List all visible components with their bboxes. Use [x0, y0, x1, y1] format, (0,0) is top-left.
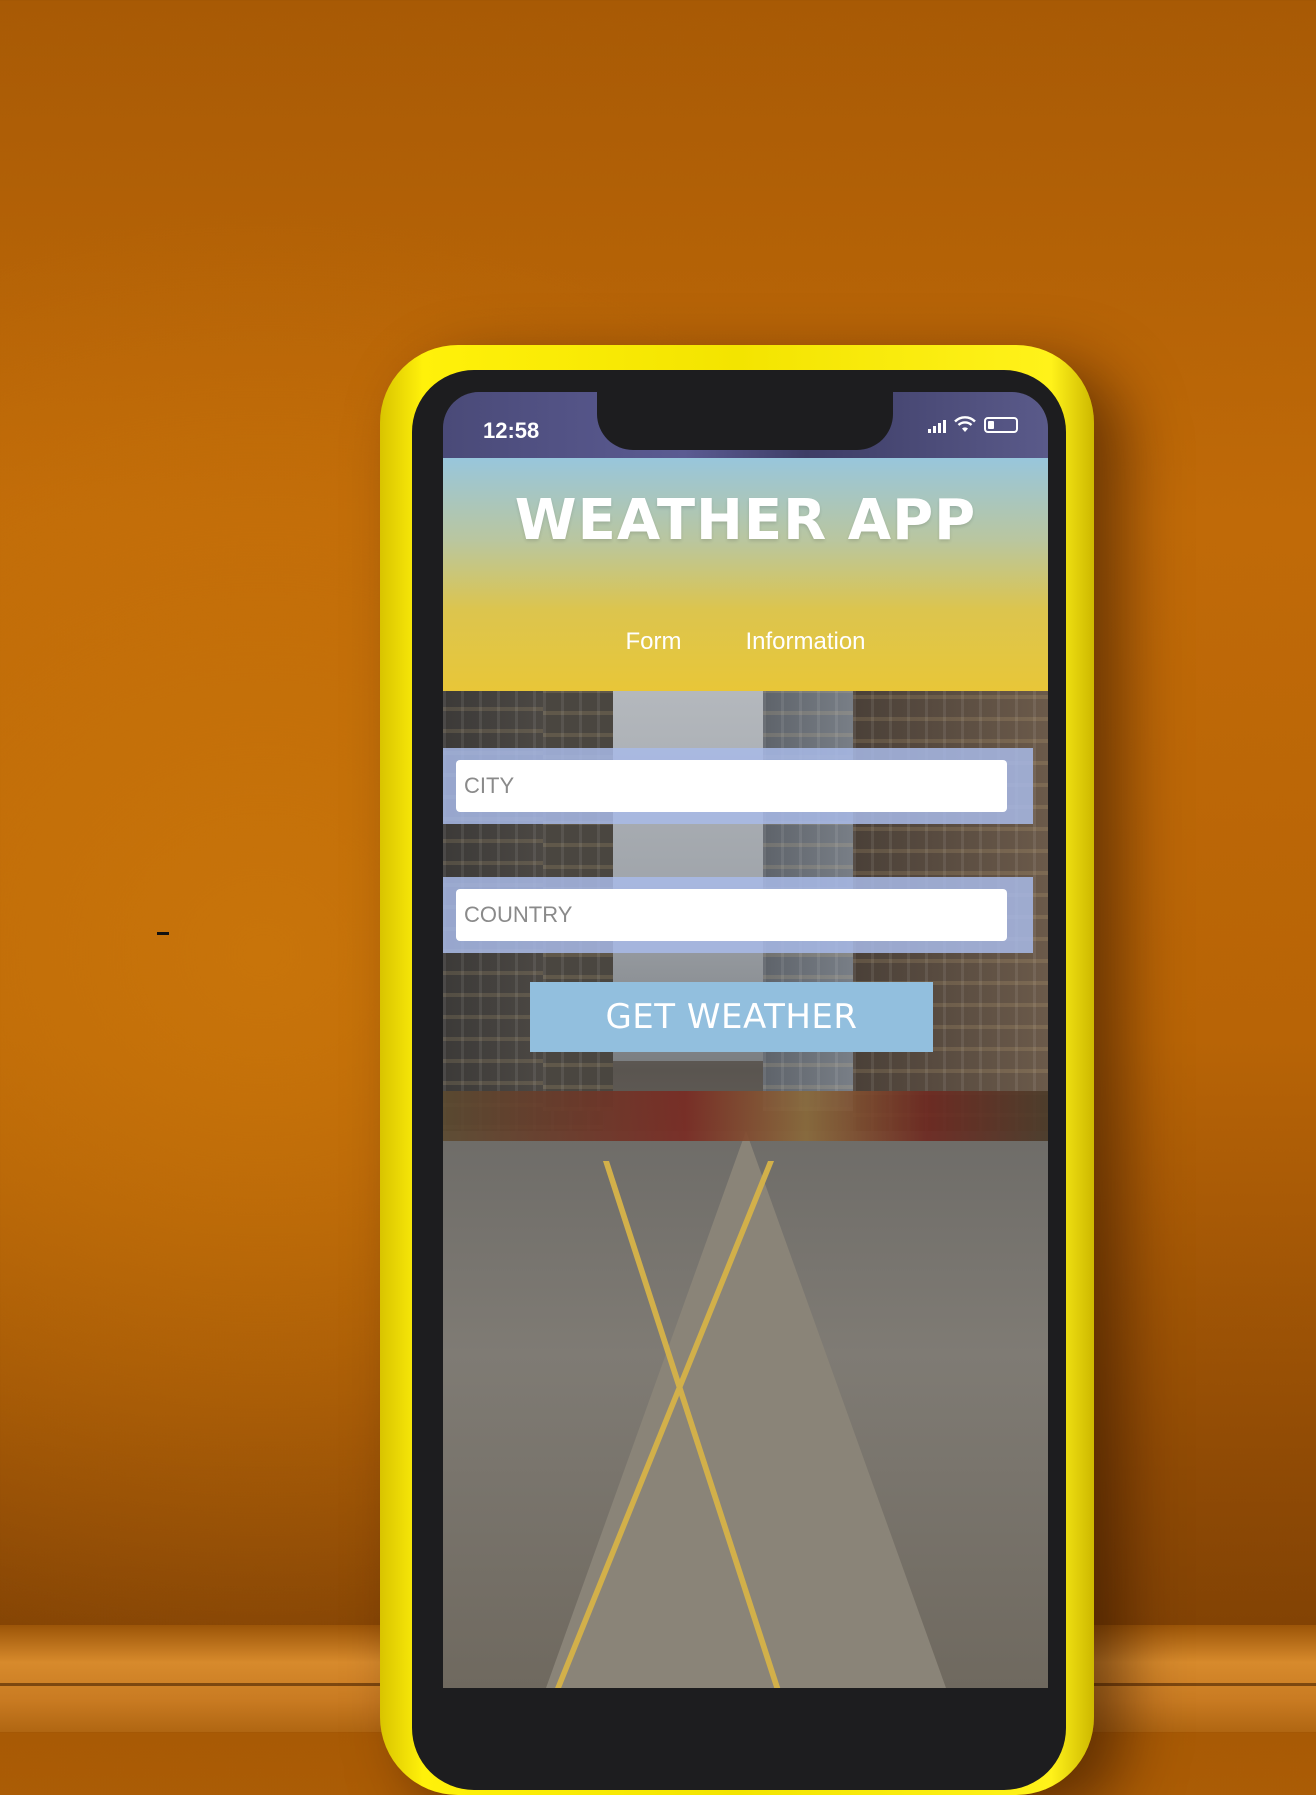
get-weather-button[interactable]: GET WEATHER	[530, 982, 933, 1052]
signal-icon	[928, 417, 946, 433]
country-input[interactable]	[456, 889, 1007, 941]
city-background-image	[443, 691, 1048, 1688]
nav-link-form[interactable]: Form	[625, 628, 681, 656]
wifi-icon	[954, 416, 976, 432]
country-field-band	[443, 877, 1033, 953]
status-icons	[928, 416, 1018, 434]
phone-screen: 12:58 WEATHER APP Form Information CITY …	[443, 392, 1048, 1688]
app-nav: Form Information	[443, 628, 1048, 656]
nav-link-information[interactable]: Information	[745, 628, 865, 656]
status-time: 12:58	[483, 418, 540, 443]
city-field-band	[443, 748, 1033, 824]
app-header: WEATHER APP Form Information	[443, 458, 1048, 691]
city-input[interactable]	[456, 760, 1007, 812]
app-title: WEATHER APP	[514, 488, 977, 553]
battery-icon	[984, 417, 1018, 433]
wall-mark	[157, 932, 169, 935]
phone-notch	[597, 392, 893, 450]
